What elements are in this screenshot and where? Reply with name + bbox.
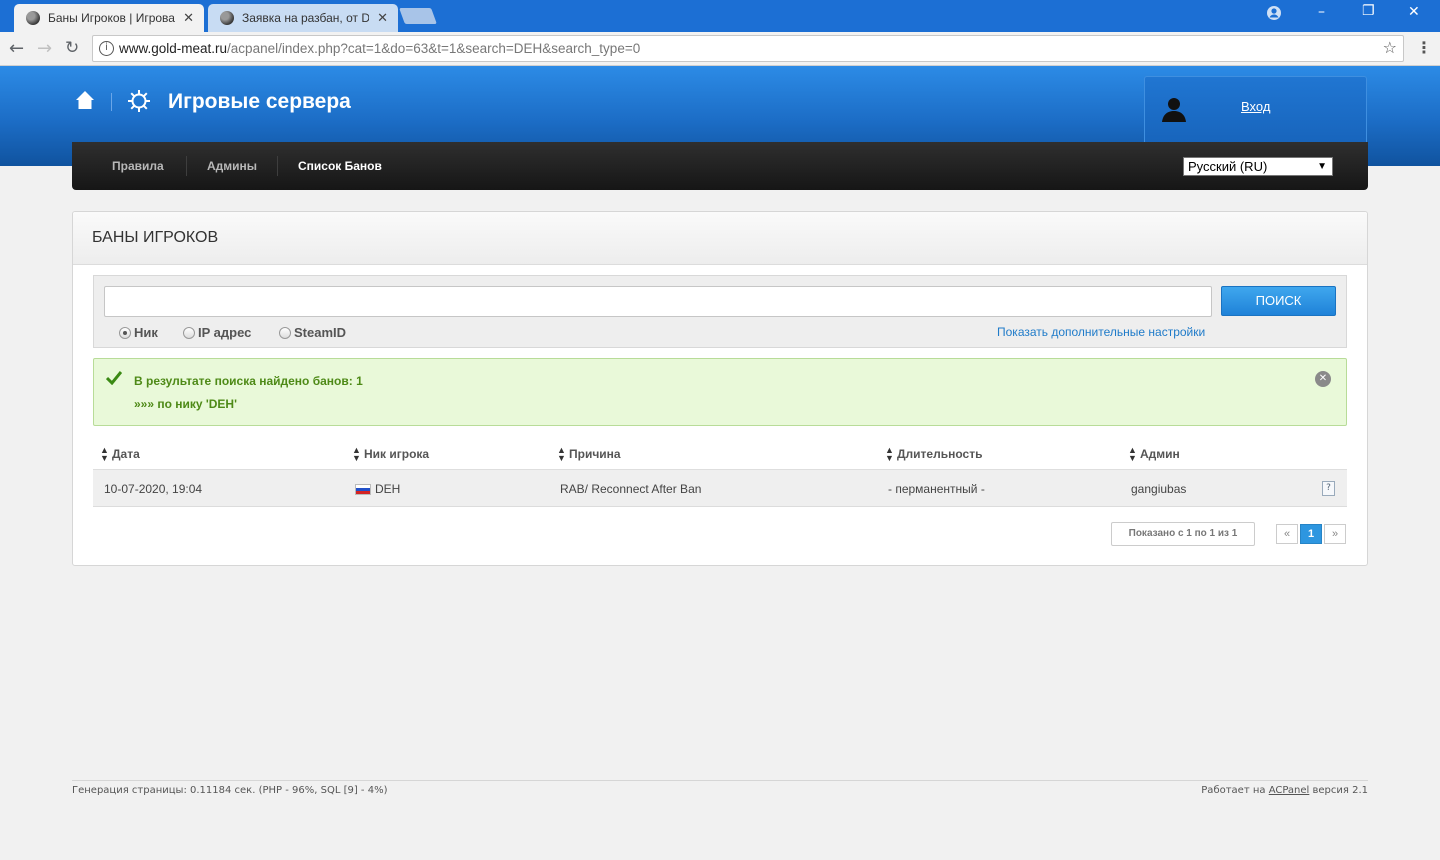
column-header-duration[interactable]: ▲ ▼ Длительность — [885, 445, 982, 463]
site-title: Игровые сервера — [168, 90, 351, 113]
cell-date: 10-07-2020, 19:04 — [104, 482, 203, 496]
radio-checked-icon — [119, 326, 131, 339]
browser-menu-icon[interactable]: ⋮ — [1416, 38, 1432, 57]
sort-icon: ▲ ▼ — [885, 445, 894, 463]
footer-generation-time: Генерация страницы: 0.11184 сек. (PHP - … — [72, 785, 388, 796]
alert-result-count: В результате поиска найдено банов: 1 — [134, 374, 363, 388]
restore-icon[interactable]: ❐ — [1362, 3, 1375, 19]
info-icon[interactable]: i — [99, 41, 114, 56]
globe-icon — [26, 11, 40, 25]
page-title: БАНЫ ИГРОКОВ — [92, 229, 219, 246]
nav-divider — [186, 156, 187, 176]
browser-tab[interactable]: Заявка на разбан, от DE ✕ — [208, 4, 398, 32]
radio-label: Ник — [134, 325, 158, 340]
more-settings-link[interactable]: Показать дополнительные настройки — [997, 325, 1205, 339]
column-header-date[interactable]: ▲ ▼ Дата — [100, 445, 140, 463]
radio-steamid[interactable]: SteamID — [279, 325, 346, 340]
nav-divider — [277, 156, 278, 176]
bookmark-star-icon[interactable]: ☆ — [1383, 38, 1397, 57]
cell-admin: gangiubas — [1131, 482, 1187, 496]
language-value: Русский (RU) — [1188, 159, 1268, 174]
user-icon — [1160, 95, 1188, 126]
browser-tab-title: Заявка на разбан, от DE — [242, 11, 370, 25]
forward-icon[interactable]: → — [37, 38, 52, 59]
column-header-reason[interactable]: ▲ ▼ Причина — [557, 445, 621, 463]
details-icon[interactable]: ? — [1322, 481, 1335, 496]
radio-icon — [183, 326, 195, 339]
browser-tab-title: Баны Игроков | Игрова — [48, 11, 175, 25]
acpanel-link[interactable]: ACPanel — [1269, 785, 1310, 796]
search-input[interactable] — [104, 286, 1212, 317]
browser-toolbar: ← → ↻ i www.gold-meat.ru/acpanel/index.p… — [0, 32, 1440, 66]
gear-icon — [127, 89, 151, 116]
cell-reason: RAB/ Reconnect After Ban — [560, 482, 702, 496]
check-icon — [105, 371, 123, 388]
cell-duration: - перманентный - — [888, 482, 985, 496]
search-button[interactable]: ПОИСК — [1221, 286, 1336, 316]
radio-ip[interactable]: IP адрес — [183, 325, 251, 340]
sort-icon: ▲ ▼ — [1128, 445, 1137, 463]
panel-header — [73, 212, 1367, 265]
footer-divider — [72, 780, 1368, 781]
close-icon[interactable]: ✕ — [183, 10, 194, 26]
profile-icon[interactable] — [1266, 5, 1282, 25]
window-close-icon[interactable]: ✕ — [1408, 4, 1420, 20]
radio-icon — [279, 326, 291, 339]
column-header-nick[interactable]: ▲ ▼ Ник игрока — [352, 445, 429, 463]
radio-label: SteamID — [294, 325, 347, 340]
pagination-next[interactable]: » — [1324, 524, 1346, 544]
browser-tab-active[interactable]: Баны Игроков | Игрова ✕ — [14, 4, 204, 32]
language-select[interactable]: Русский (RU) ▼ — [1183, 157, 1333, 176]
sort-icon: ▲ ▼ — [352, 445, 361, 463]
sort-icon: ▲ ▼ — [557, 445, 566, 463]
nav-item-banlist[interactable]: Список Банов — [298, 159, 382, 173]
pagination-page-current[interactable]: 1 — [1300, 524, 1322, 544]
nav-item-rules[interactable]: Правила — [112, 159, 164, 173]
address-bar[interactable]: i www.gold-meat.ru/acpanel/index.php?cat… — [92, 35, 1404, 62]
alert-search-criteria: »»» по нику 'DEH' — [134, 397, 237, 411]
reload-icon[interactable]: ↻ — [65, 38, 79, 58]
sort-icon: ▲ ▼ — [100, 445, 109, 463]
chevron-down-icon: ▼ — [1317, 161, 1327, 172]
pagination-prev[interactable]: « — [1276, 524, 1298, 544]
minimize-icon[interactable]: – — [1318, 4, 1325, 20]
russia-flag-icon — [355, 483, 371, 495]
column-header-admin[interactable]: ▲ ▼ Админ — [1128, 445, 1180, 463]
address-url: www.gold-meat.ru/acpanel/index.php?cat=1… — [119, 41, 641, 56]
login-link[interactable]: Вход — [1241, 99, 1270, 114]
globe-icon — [220, 11, 234, 25]
back-icon[interactable]: ← — [9, 38, 24, 59]
home-icon[interactable] — [75, 90, 95, 113]
new-tab-button[interactable] — [399, 8, 437, 24]
close-icon[interactable]: ✕ — [377, 10, 388, 26]
cell-nick: DEH — [355, 482, 400, 496]
radio-label: IP адрес — [198, 325, 252, 340]
close-icon[interactable]: ✕ — [1315, 371, 1331, 387]
nav-item-admins[interactable]: Админы — [207, 159, 257, 173]
success-alert — [93, 358, 1347, 426]
header-divider — [111, 93, 112, 111]
radio-nick[interactable]: Ник — [119, 325, 158, 340]
main-navbar: Правила Админы Список Банов — [72, 142, 1368, 190]
pagination-summary: Показано с 1 по 1 из 1 — [1111, 522, 1255, 546]
footer-powered-by: Работает на ACPanel версия 2.1 — [1201, 785, 1368, 796]
